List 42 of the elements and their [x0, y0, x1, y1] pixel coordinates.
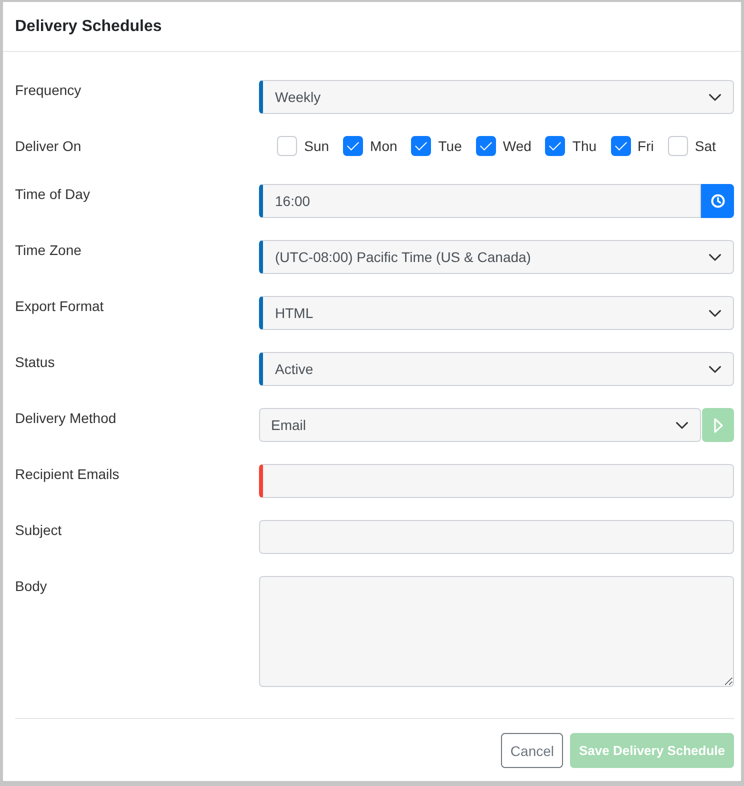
checkbox[interactable]: [343, 136, 364, 156]
checkbox-label[interactable]: Wed: [502, 136, 532, 156]
field-label: Subject: [15, 521, 63, 540]
clock-button[interactable]: [701, 184, 734, 218]
play-icon: [714, 418, 722, 432]
dropdown[interactable]: (UTC-08:00) Pacific Time (US & Canada): [259, 240, 734, 274]
field-label: Body: [15, 577, 48, 596]
chevron-down-icon: [709, 254, 721, 260]
field-label: Recipient Emails: [15, 465, 120, 484]
checkbox-label[interactable]: Tue: [438, 136, 462, 156]
field-label: Frequency: [15, 81, 82, 100]
chevron-down-icon: [676, 422, 688, 428]
dialog-title: Delivery Schedules: [15, 18, 162, 36]
text-input[interactable]: [259, 464, 734, 498]
clock-icon: [710, 194, 724, 208]
field-label: Export Format: [15, 297, 105, 316]
checkbox-label[interactable]: Sat: [694, 136, 716, 156]
field-label: Delivery Method: [15, 409, 118, 428]
field-label: Time Zone: [15, 241, 82, 260]
chevron-down-icon: [709, 366, 721, 372]
dropdown[interactable]: HTML: [259, 296, 734, 330]
checkbox-label[interactable]: Fri: [638, 136, 654, 156]
field-label: Status: [15, 353, 56, 372]
field-label: Time of Day: [15, 185, 91, 204]
checkbox[interactable]: [411, 136, 432, 156]
checkbox[interactable]: [610, 136, 631, 156]
dropdown[interactable]: Email: [259, 408, 701, 442]
checkbox[interactable]: [277, 136, 298, 156]
checkbox-label[interactable]: Mon: [370, 136, 398, 156]
chevron-down-icon: [709, 94, 721, 100]
dropdown[interactable]: Weekly: [259, 80, 734, 114]
checkbox-label[interactable]: Sun: [304, 136, 330, 156]
checkbox-label[interactable]: Thu: [572, 136, 597, 156]
text-input[interactable]: [259, 520, 734, 554]
dropdown[interactable]: Active: [259, 352, 734, 386]
checkbox[interactable]: [545, 136, 566, 156]
time-input[interactable]: 16:00: [259, 184, 701, 218]
cancel-button[interactable]: Cancel: [501, 733, 564, 768]
field-label: Deliver On: [15, 137, 82, 156]
chevron-down-icon: [709, 310, 721, 316]
checkbox[interactable]: [476, 136, 496, 156]
checkbox[interactable]: [668, 136, 688, 156]
